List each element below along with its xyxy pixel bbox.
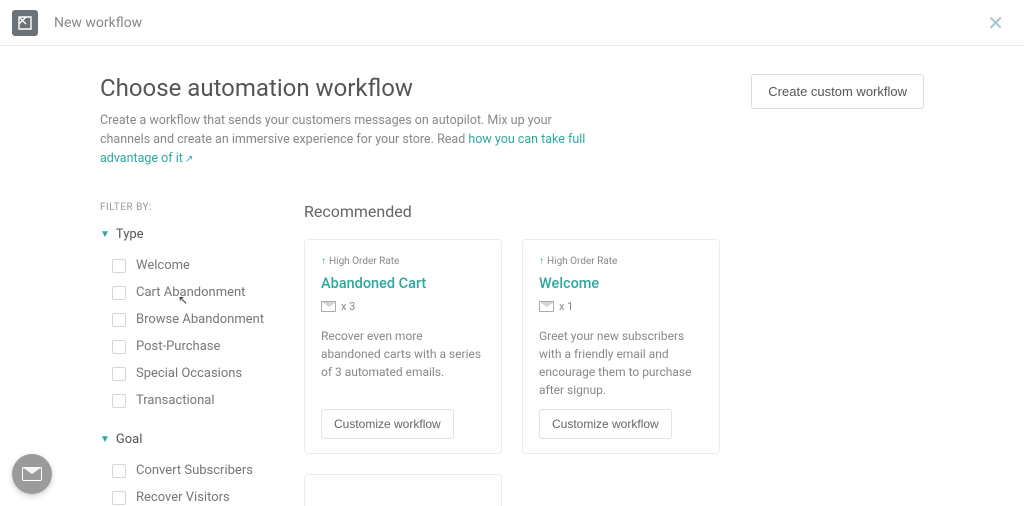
filter-item[interactable]: Transactional xyxy=(112,387,304,414)
high-order-rate-badge: ↑High Order Rate xyxy=(539,256,703,267)
filter-item-label: Recover Visitors xyxy=(136,490,230,505)
logo-icon xyxy=(17,15,33,31)
workflow-card: ↑High Order Rate Abandoned Cart x 3 Recover… xyxy=(304,239,502,454)
support-chat-fab[interactable] xyxy=(12,454,52,494)
customize-workflow-button[interactable]: Customize workflow xyxy=(321,409,454,439)
arrow-up-icon: ↑ xyxy=(539,256,544,267)
caret-down-icon: ▼ xyxy=(100,434,110,445)
card-title[interactable]: Abandoned Cart xyxy=(321,275,485,292)
checkbox[interactable] xyxy=(112,259,126,273)
checkbox[interactable] xyxy=(112,464,126,478)
card-title[interactable]: Welcome xyxy=(539,275,703,292)
section-title-recommended: Recommended xyxy=(304,202,924,221)
filter-item[interactable]: Welcome xyxy=(112,252,304,279)
topbar-title: New workflow xyxy=(54,15,142,31)
count-text: x 3 xyxy=(341,300,355,313)
count-text: x 1 xyxy=(559,300,573,313)
page-header: Choose automation workflow Create a work… xyxy=(0,74,1024,168)
page-subtext: Create a workflow that sends your custom… xyxy=(100,112,600,168)
badge-text: High Order Rate xyxy=(547,256,617,267)
filter-item-label: Transactional xyxy=(136,393,215,408)
filter-item[interactable]: Special Occasions xyxy=(112,360,304,387)
checkbox[interactable] xyxy=(112,313,126,327)
cards-row-1: ↑High Order RateAbandoned Cartx 3Recover… xyxy=(304,239,924,506)
filter-item-label: Convert Subscribers xyxy=(136,463,253,478)
filter-group-label: Type xyxy=(116,227,144,242)
card-description: Recover even more abandoned carts with a… xyxy=(321,327,485,399)
filter-item[interactable]: Recover Visitors xyxy=(112,484,304,506)
badge-text: High Order Rate xyxy=(329,256,399,267)
create-custom-workflow-button[interactable]: Create custom workflow xyxy=(751,74,924,109)
filter-item[interactable]: Convert Subscribers xyxy=(112,457,304,484)
filter-sidebar: FILTER BY: ▼ Type Welcome Cart Abandonment B… xyxy=(100,202,304,506)
header-left: Choose automation workflow Create a work… xyxy=(100,74,600,168)
filter-by-label: FILTER BY: xyxy=(100,202,304,213)
page-title: Choose automation workflow xyxy=(100,74,600,102)
checkbox[interactable] xyxy=(112,367,126,381)
message-count: x 3 xyxy=(321,300,485,313)
checkbox[interactable] xyxy=(112,394,126,408)
checkbox[interactable] xyxy=(112,340,126,354)
customize-workflow-button[interactable]: Customize workflow xyxy=(539,409,672,439)
workflow-card: ↑High Order Rate Welcome x 1 Greet your new… xyxy=(522,239,720,454)
filter-item[interactable]: Post-Purchase xyxy=(112,333,304,360)
filter-item-label: Browse Abandonment xyxy=(136,312,264,327)
close-button[interactable]: ✕ xyxy=(979,7,1012,39)
card-description: Greet your new subscribers with a friend… xyxy=(539,327,703,399)
topbar: New workflow ✕ xyxy=(0,0,1024,46)
page-body: Choose automation workflow Create a work… xyxy=(0,46,1024,506)
caret-down-icon: ▼ xyxy=(100,229,110,240)
external-link-icon: ↗ xyxy=(185,154,193,165)
envelope-icon xyxy=(539,301,554,312)
filter-group-label: Goal xyxy=(116,432,143,447)
filter-item-label: Special Occasions xyxy=(136,366,242,381)
arrow-up-icon: ↑ xyxy=(321,256,326,267)
filter-item-label: Post-Purchase xyxy=(136,339,220,354)
checkbox[interactable] xyxy=(112,286,126,300)
content-row: FILTER BY: ▼ Type Welcome Cart Abandonment B… xyxy=(0,168,1024,506)
filter-group-type[interactable]: ▼ Type xyxy=(100,227,304,242)
message-count: x 1 xyxy=(539,300,703,313)
mail-icon xyxy=(22,467,42,481)
workflow-card: Order Confirmationx 1Send a receipt and … xyxy=(304,474,502,506)
filter-item-label: Cart Abandonment xyxy=(136,285,245,300)
app-logo xyxy=(12,10,38,36)
filter-group-goal[interactable]: ▼ Goal xyxy=(100,432,304,447)
checkbox[interactable] xyxy=(112,491,126,505)
envelope-icon xyxy=(321,301,336,312)
filter-item[interactable]: Cart Abandonment xyxy=(112,279,304,306)
filter-item-label: Welcome xyxy=(136,258,190,273)
main-area: Recommended ↑High Order RateAbandoned Ca… xyxy=(304,202,924,506)
filter-item[interactable]: Browse Abandonment xyxy=(112,306,304,333)
high-order-rate-badge: ↑High Order Rate xyxy=(321,256,485,267)
